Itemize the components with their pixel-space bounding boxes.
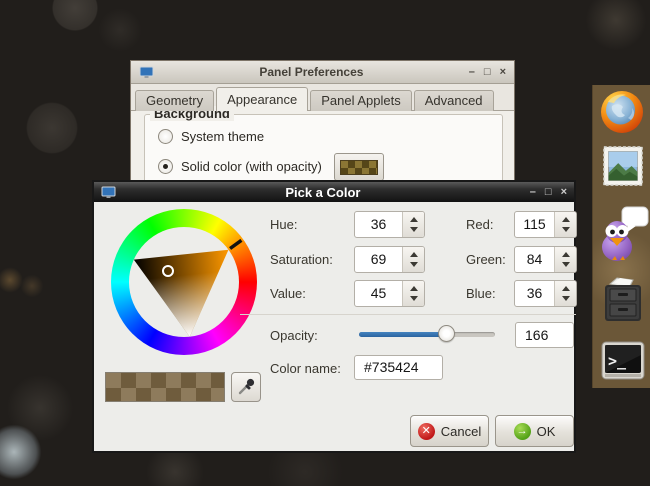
red-label: Red: (466, 217, 494, 232)
color-name-field[interactable]: #735424 (354, 355, 443, 380)
saturation-label: Saturation: (270, 252, 333, 267)
blue-spinbox[interactable]: 36 (514, 280, 577, 307)
appearance-tab-content: Background System theme Solid color (wit… (131, 106, 514, 192)
window-title: Pick a Color (285, 184, 361, 200)
saturation-spinbox[interactable]: 69 (354, 246, 425, 273)
tab-bar: Geometry Appearance Panel Applets Advanc… (135, 87, 494, 111)
slider-handle[interactable] (438, 325, 456, 342)
radio-solid-color[interactable]: Solid color (with opacity) (158, 159, 322, 174)
color-name-label: Color name: (270, 361, 341, 376)
minimize-button[interactable]: – (530, 186, 536, 198)
separator (240, 314, 576, 315)
hue-label: Hue: (270, 217, 298, 232)
dock-item-terminal[interactable]: >_ (600, 337, 646, 383)
file-cabinet-icon (605, 277, 641, 321)
radio-system-theme[interactable]: System theme (158, 129, 264, 144)
dock-item-firefox[interactable] (598, 88, 646, 136)
panel-color-button[interactable] (334, 153, 384, 181)
opacity-label: Opacity: (270, 328, 318, 343)
dock-item-file-cabinet[interactable] (600, 272, 646, 326)
value-spinbox[interactable]: 45 (354, 280, 425, 307)
spin-down-button[interactable] (561, 262, 570, 267)
spin-up-button[interactable] (409, 217, 418, 222)
close-button[interactable]: × (500, 66, 506, 78)
cancel-button[interactable]: ✕ Cancel (410, 415, 489, 447)
pick-a-color-titlebar[interactable]: Pick a Color – □ × (94, 182, 574, 202)
blue-label: Blue: (466, 286, 496, 301)
tab-geometry[interactable]: Geometry (135, 90, 215, 111)
close-button[interactable]: × (561, 186, 567, 198)
spin-up-button[interactable] (409, 252, 418, 257)
panel-preferences-window: Panel Preferences – □ × Geometry Appeara… (130, 60, 515, 192)
maximize-button[interactable]: □ (484, 66, 491, 78)
tab-panel-applets[interactable]: Panel Applets (310, 90, 412, 111)
tab-advanced[interactable]: Advanced (413, 90, 494, 111)
window-title: Panel Preferences (259, 65, 364, 79)
hsv-triangle[interactable] (111, 209, 257, 355)
desktop: >_ Panel Preferences – □ × Geometry Appe… (0, 0, 650, 486)
opacity-slider[interactable] (359, 325, 495, 343)
panel-color-preview (340, 159, 378, 175)
spin-down-button[interactable] (409, 262, 418, 267)
spin-down-button[interactable] (409, 227, 418, 232)
radio-circle (158, 129, 173, 144)
eyedropper-icon (238, 378, 255, 395)
maximize-button[interactable]: □ (545, 186, 552, 198)
hue-spinbox[interactable]: 36 (354, 211, 425, 238)
minimize-button[interactable]: – (469, 66, 475, 78)
hue-ring[interactable] (111, 209, 257, 355)
firefox-icon (601, 91, 643, 133)
red-spinbox[interactable]: 115 (514, 211, 577, 238)
radio-circle (158, 159, 173, 174)
panel-preferences-titlebar[interactable]: Panel Preferences – □ × (131, 61, 514, 84)
spin-up-button[interactable] (561, 217, 570, 222)
green-spinbox[interactable]: 84 (514, 246, 577, 273)
tab-appearance[interactable]: Appearance (216, 87, 309, 111)
mail-stamp-icon (603, 146, 643, 186)
window-icon (101, 186, 116, 198)
spin-down-button[interactable] (561, 227, 570, 232)
dock-item-pidgin[interactable] (598, 205, 650, 263)
spin-up-button[interactable] (561, 252, 570, 257)
spin-down-button[interactable] (409, 296, 418, 301)
spin-down-button[interactable] (561, 296, 570, 301)
cancel-icon: ✕ (417, 422, 435, 440)
ok-icon: → (513, 422, 531, 440)
eyedropper-button[interactable] (231, 372, 261, 402)
color-preview-swatch (105, 372, 225, 402)
ok-button[interactable]: → OK (495, 415, 574, 447)
dock-panel: >_ (592, 85, 650, 388)
dock-item-mail[interactable] (601, 143, 645, 189)
green-label: Green: (466, 252, 506, 267)
value-label: Value: (270, 286, 306, 301)
spin-up-button[interactable] (409, 286, 418, 291)
spin-up-button[interactable] (561, 286, 570, 291)
window-icon (139, 66, 154, 78)
hue-marker (229, 238, 243, 250)
pidgin-icon (602, 206, 649, 261)
slider-fill (359, 332, 448, 337)
terminal-icon: >_ (601, 341, 645, 380)
opacity-value-field[interactable]: 166 (515, 322, 574, 348)
pick-a-color-window: Pick a Color – □ × Hue: Saturation: Valu… (92, 180, 577, 453)
terminal-glyph: >_ (608, 352, 627, 370)
